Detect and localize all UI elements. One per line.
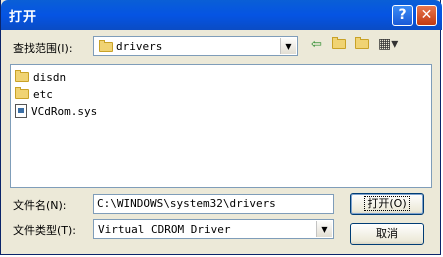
open-button-label: 打开(O) [364, 196, 410, 211]
new-folder-icon[interactable] [355, 37, 369, 53]
folder-icon [99, 40, 113, 52]
views-menu-icon[interactable]: ▦▾ [378, 36, 398, 52]
filetype-combo[interactable]: Virtual CDROM Driver ▼ [93, 219, 334, 239]
lookin-label: 查找范围(I): [13, 42, 73, 55]
folder-icon [15, 70, 29, 82]
dialog-title: 打开 [9, 10, 38, 25]
help-button[interactable]: ? [392, 5, 413, 26]
title-bar[interactable]: 打开 ? ✕ [1, 0, 442, 30]
up-folder-icon[interactable] [332, 37, 346, 53]
lookin-combo[interactable]: drivers ▼ [93, 36, 298, 56]
chevron-down-icon[interactable]: ▼ [316, 221, 332, 237]
close-button[interactable]: ✕ [416, 5, 437, 26]
file-name: VCdRom.sys [31, 104, 98, 118]
filetype-value: Virtual CDROM Driver [98, 223, 231, 236]
filename-input[interactable]: C:\WINDOWS\system32\drivers [93, 194, 334, 214]
list-item[interactable]: etc [15, 86, 53, 102]
back-arrow-icon[interactable]: ⇦ [311, 37, 322, 52]
folder-icon [15, 87, 29, 99]
list-item[interactable]: VCdRom.sys [15, 103, 97, 119]
file-name: etc [33, 87, 53, 101]
filename-label: 文件名(N): [13, 199, 67, 212]
chevron-down-icon[interactable]: ▼ [280, 38, 296, 54]
system-file-icon [15, 104, 27, 118]
list-item[interactable]: disdn [15, 69, 66, 85]
cancel-button[interactable]: 取消 [350, 223, 424, 245]
file-name: disdn [33, 70, 67, 84]
lookin-value: drivers [116, 40, 163, 53]
open-button[interactable]: 打开(O) [350, 193, 424, 215]
file-list[interactable]: disdn etc VCdRom.sys [10, 64, 432, 188]
filetype-label: 文件类型(T): [13, 224, 77, 237]
open-dialog: 打开 ? ✕ 查找范围(I): drivers ▼ ⇦ ▦▾ disdn etc… [0, 0, 442, 255]
